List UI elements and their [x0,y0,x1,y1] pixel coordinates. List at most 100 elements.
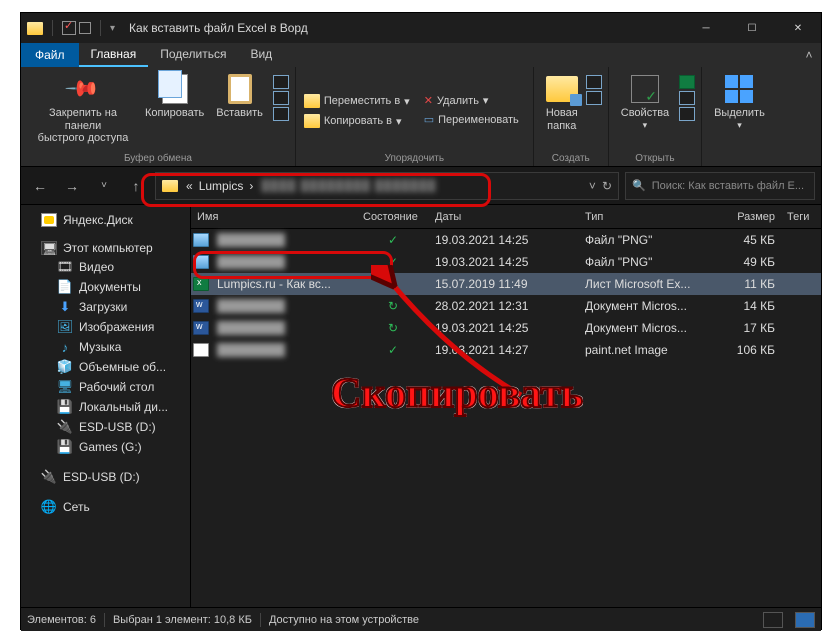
ribbon-collapse-icon[interactable]: ˄ [797,43,821,67]
properties-icon [631,75,659,103]
nav-tree[interactable]: Яндекс.Диск 🖥Этот компьютер 🎞Видео 📄Доку… [21,205,191,607]
tree-yandex-disk[interactable]: Яндекс.Диск [21,211,190,229]
main-area: Яндекс.Диск 🖥Этот компьютер 🎞Видео 📄Доку… [21,205,821,607]
file-state: ✓ [357,277,429,291]
cut-icon[interactable] [273,75,289,89]
back-button[interactable]: ← [27,173,53,199]
tree-local-disk[interactable]: 💾Локальный ди... [21,397,190,417]
view-details-button[interactable] [763,612,783,628]
maximize-button[interactable]: ☐ [729,13,775,43]
select-icon [725,75,753,103]
history-icon[interactable] [679,107,695,121]
paste-button[interactable]: Вставить [210,71,269,151]
copy-button[interactable]: Копировать [139,71,210,151]
edit-icon[interactable] [679,91,695,105]
tree-this-pc[interactable]: 🖥Этот компьютер [21,239,190,257]
new-item-icon[interactable] [586,75,602,89]
tree-documents[interactable]: 📄Документы [21,277,190,297]
col-size[interactable]: Размер [703,211,781,223]
file-row[interactable]: ████████✓19.03.2021 14:27paint.net Image… [191,339,821,361]
chevron-right-icon[interactable]: › [249,179,253,193]
pdn-file-icon [193,343,209,357]
file-size: 106 КБ [703,343,781,357]
new-folder-button[interactable]: Новая папка [540,71,584,151]
file-row[interactable]: ████████✓19.03.2021 14:25Файл "PNG"45 КБ [191,229,821,251]
tree-videos[interactable]: 🎞Видео [21,257,190,277]
column-headers[interactable]: Имя Состояние Даты Тип Размер Теги [191,205,821,229]
pin-button[interactable]: 📌 Закрепить на панели быстрого доступа [27,71,139,151]
file-name: ████████ [211,299,357,313]
file-type: Лист Microsoft Ex... [579,277,703,291]
file-size: 14 КБ [703,299,781,313]
select-button[interactable]: Выделить▾ [708,71,771,151]
easy-access-icon[interactable] [586,91,602,105]
folder-icon [27,22,43,35]
qat-new-folder-icon[interactable] [79,22,91,34]
up-button[interactable]: ↑ [123,173,149,199]
crumb-blurred: ████ ████████ ███████ [261,180,581,192]
tab-file[interactable]: Файл [21,43,79,67]
downloads-icon: ⬇ [57,299,73,315]
group-open-label: Открыть [615,151,695,166]
col-date[interactable]: Даты [429,211,579,223]
close-button[interactable]: ✕ [775,13,821,43]
ribbon: 📌 Закрепить на панели быстрого доступа К… [21,67,821,167]
rename-button[interactable]: ▭Переименовать [422,112,521,127]
tree-3d[interactable]: 🧊Объемные об... [21,357,190,377]
delete-button[interactable]: ✕Удалить▾ [422,93,521,108]
tree-images[interactable]: 🖼Изображения [21,317,190,337]
copy-to-button[interactable]: Копировать в▾ [302,113,412,129]
minimize-button[interactable]: ─ [683,13,729,43]
file-state: ↻ [357,321,429,335]
tree-desktop[interactable]: 🖥Рабочий стол [21,377,190,397]
address-dropdown-icon[interactable]: ˅ [589,179,596,193]
address-bar[interactable]: « Lumpics › ████ ████████ ███████ ˅ ↻ [155,172,619,200]
png-file-icon [193,233,209,247]
tree-downloads[interactable]: ⬇Загрузки [21,297,190,317]
ribbon-tabs: Файл Главная Поделиться Вид ˄ [21,43,821,67]
file-row[interactable]: ████████✓19.03.2021 14:25Файл "PNG"49 КБ [191,251,821,273]
usb-icon: 🔌 [57,419,73,435]
move-to-button[interactable]: Переместить в▾ [302,93,412,109]
qat-properties-icon[interactable] [62,21,76,35]
address-folder-icon [162,180,178,192]
search-icon: 🔍 [632,179,646,192]
file-row[interactable]: Lumpics.ru - Как вс...✓15.07.2019 11:49Л… [191,273,821,295]
view-icons-button[interactable] [795,612,815,628]
col-name[interactable]: Имя [191,211,357,223]
file-size: 17 КБ [703,321,781,335]
file-size: 49 КБ [703,255,781,269]
tab-share[interactable]: Поделиться [148,43,238,67]
tab-home[interactable]: Главная [79,43,149,67]
qat-dropdown-icon[interactable]: ▾ [110,23,115,34]
tree-esd-usb-d-root[interactable]: 🔌ESD-USB (D:) [21,467,190,487]
file-size: 45 КБ [703,233,781,247]
open-icon[interactable] [679,75,695,89]
tree-music[interactable]: ♪Музыка [21,337,190,357]
video-icon: 🎞 [57,259,73,275]
file-size: 11 КБ [703,277,781,291]
file-row[interactable]: ████████↻28.02.2021 12:31Документ Micros… [191,295,821,317]
search-box[interactable]: 🔍 Поиск: Как вставить файл E... [625,172,815,200]
status-bar: Элементов: 6 Выбран 1 элемент: 10,8 КБ Д… [21,607,821,631]
tree-games-g[interactable]: 💾Games (G:) [21,437,190,457]
col-type[interactable]: Тип [579,211,703,223]
status-selected: Выбран 1 элемент: 10,8 КБ [113,614,252,626]
tree-esd-usb-d[interactable]: 🔌ESD-USB (D:) [21,417,190,437]
refresh-icon[interactable]: ↻ [602,179,612,193]
col-tags[interactable]: Теги [781,211,821,223]
file-row[interactable]: ████████↻19.03.2021 14:25Документ Micros… [191,317,821,339]
objects3d-icon: 🧊 [57,359,73,375]
file-state: ↻ [357,299,429,313]
properties-button[interactable]: Свойства▾ [615,71,675,151]
titlebar: ▾ Как вставить файл Excel в Ворд ─ ☐ ✕ [21,13,821,43]
paste-shortcut-icon[interactable] [273,107,289,121]
doc-file-icon [193,299,209,313]
col-state[interactable]: Состояние [357,211,429,223]
forward-button[interactable]: → [59,173,85,199]
tab-view[interactable]: Вид [238,43,284,67]
tree-network[interactable]: 🌐Сеть [21,497,190,517]
crumb-lumpics[interactable]: Lumpics [199,179,244,193]
copy-path-icon[interactable] [273,91,289,105]
history-dropdown[interactable]: ˅ [91,173,117,199]
